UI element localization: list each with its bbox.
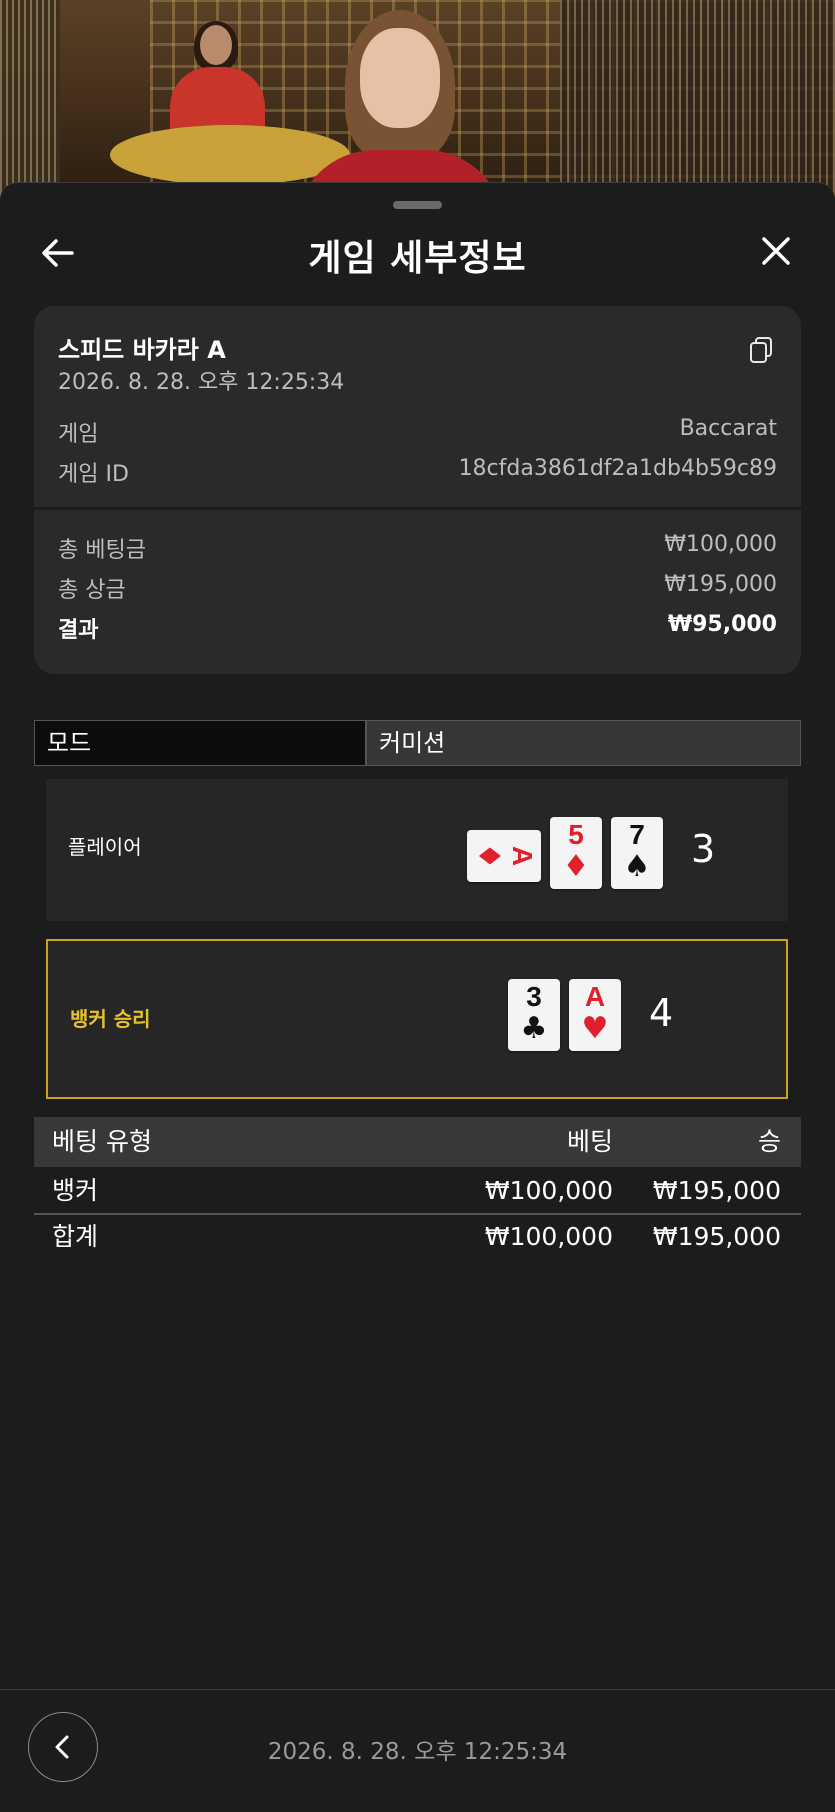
- game-datetime: 2026. 8. 28. 오후 12:25:34: [58, 370, 345, 395]
- bet-type-cell: 뱅커: [52, 1176, 99, 1205]
- tab-commission[interactable]: 커미션: [367, 721, 800, 765]
- total-bet-label: 총 베팅금: [58, 538, 146, 563]
- tab-mode[interactable]: 모드: [35, 721, 367, 765]
- col-bet: 베팅: [566, 1127, 613, 1156]
- page-title: 게임 세부정보: [308, 238, 527, 279]
- bet-table-header: 베팅 유형 베팅 승: [34, 1117, 801, 1167]
- footer-datetime: 2026. 8. 28. 오후 12:25:34: [267, 1739, 568, 1765]
- player-card-2: 5 ♦: [550, 817, 602, 889]
- win-amount-cell: ₩195,000: [652, 1176, 781, 1205]
- game-id-value: 18cfda3861df2a1db4b59c89: [458, 456, 777, 481]
- banker-hand: 뱅커 승리 3 ♣ A ♥ 4: [46, 939, 788, 1099]
- live-video-background: [0, 0, 835, 200]
- footer-bar: 2026. 8. 28. 오후 12:25:34: [0, 1689, 835, 1812]
- banker-score: 4: [649, 991, 674, 1035]
- table-row: 뱅커 ₩100,000 ₩195,000: [34, 1169, 801, 1215]
- player-card-3: 7 ♠: [611, 817, 663, 889]
- sheet-grabber[interactable]: [393, 201, 442, 209]
- game-info-card: 스피드 바카라 A 2026. 8. 28. 오후 12:25:34 게임 Ba…: [34, 306, 801, 674]
- player-hand: 플레이어 A ♦ 5 ♦ 7 ♠ 3: [46, 779, 788, 921]
- player-label: 플레이어: [68, 835, 142, 859]
- player-score: 3: [691, 827, 716, 871]
- player-card-1: A ♦: [467, 830, 541, 882]
- close-icon[interactable]: [756, 231, 796, 271]
- total-label-cell: 합계: [52, 1222, 99, 1251]
- total-win-label: 총 상금: [58, 578, 126, 603]
- bet-amount-cell: ₩100,000: [484, 1176, 613, 1205]
- total-bet-cell: ₩100,000: [484, 1222, 613, 1251]
- mode-tabs: 모드 커미션: [34, 720, 801, 766]
- game-name: 스피드 바카라 A: [58, 336, 226, 364]
- game-details-sheet: 게임 세부정보 스피드 바카라 A 2026. 8. 28. 오후 12:25:…: [0, 182, 835, 1812]
- copy-icon[interactable]: [748, 336, 774, 364]
- table-total-row: 합계 ₩100,000 ₩195,000: [34, 1215, 801, 1259]
- game-type-value: Baccarat: [679, 416, 777, 441]
- game-id-label: 게임 ID: [58, 462, 129, 487]
- col-bet-type: 베팅 유형: [52, 1127, 152, 1156]
- card-divider: [34, 507, 801, 510]
- result-value: ₩95,000: [667, 612, 777, 637]
- banker-win-label: 뱅커 승리: [70, 1007, 151, 1031]
- banker-card-1: 3 ♣: [508, 979, 560, 1051]
- total-bet-value: ₩100,000: [664, 532, 777, 557]
- banker-card-2: A ♥: [569, 979, 621, 1051]
- game-type-label: 게임: [58, 422, 99, 447]
- bead-curtain-left: [0, 0, 60, 200]
- background-dealer: [170, 21, 265, 137]
- main-dealer: [285, 10, 515, 200]
- total-win-cell: ₩195,000: [652, 1222, 781, 1251]
- result-label: 결과: [58, 618, 99, 643]
- total-win-value: ₩195,000: [664, 572, 777, 597]
- bead-curtain-right: [560, 0, 835, 200]
- col-win: 승: [757, 1127, 781, 1156]
